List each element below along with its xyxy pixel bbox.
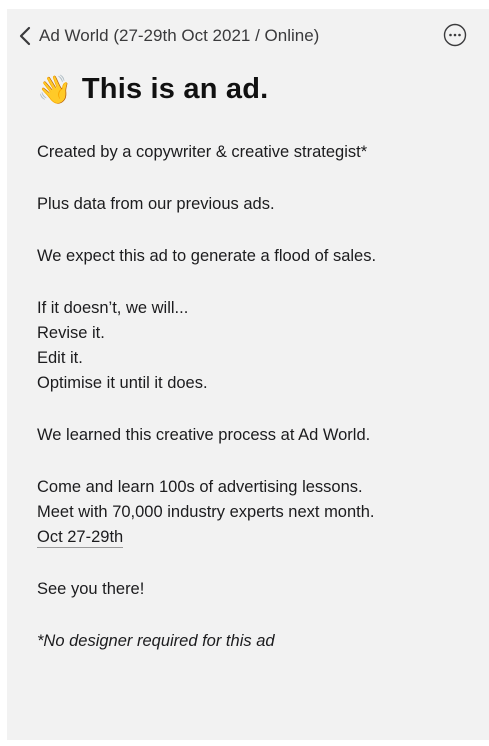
footnote: *No designer required for this ad xyxy=(37,632,275,650)
waving-hand-icon: 👋 xyxy=(37,73,72,105)
paragraph: Plus data from our previous ads. xyxy=(37,195,275,213)
ellipsis-circle-icon xyxy=(443,23,467,51)
text-line: Revise it. xyxy=(37,324,105,342)
text-line: Optimise it until it does. xyxy=(37,374,208,392)
paragraph: Come and learn 100s of advertising lesso… xyxy=(37,475,479,550)
page-title: This is an ad. xyxy=(81,73,269,105)
date-link[interactable]: Oct 27-29th xyxy=(37,528,124,548)
text-line: Meet with 70,000 industry experts next m… xyxy=(37,503,375,521)
text-line: Come and learn 100s of advertising lesso… xyxy=(37,478,363,496)
paragraph: If it doesn’t, we will... Revise it. Edi… xyxy=(37,296,479,396)
text-line: If it doesn’t, we will... xyxy=(37,299,189,317)
paragraph: We learned this creative process at Ad W… xyxy=(37,426,371,444)
chevron-left-icon xyxy=(19,26,31,46)
back-button[interactable]: Ad World (27-29th Oct 2021 / Online) xyxy=(19,26,319,46)
back-button-label: Ad World (27-29th Oct 2021 / Online) xyxy=(39,26,320,45)
paragraph: Created by a copywriter & creative strat… xyxy=(37,143,368,161)
more-button[interactable] xyxy=(443,23,467,47)
headline: 👋 This is an ad. xyxy=(37,73,268,106)
paragraph: See you there! xyxy=(37,580,145,598)
text-line: Edit it. xyxy=(37,349,83,367)
nav-bar: Ad World (27-29th Oct 2021 / Online) xyxy=(7,23,489,55)
note-screen: Ad World (27-29th Oct 2021 / Online) 👋 T… xyxy=(7,9,489,740)
note-body: Created by a copywriter & creative strat… xyxy=(37,140,479,654)
paragraph: We expect this ad to generate a flood of… xyxy=(37,247,377,265)
